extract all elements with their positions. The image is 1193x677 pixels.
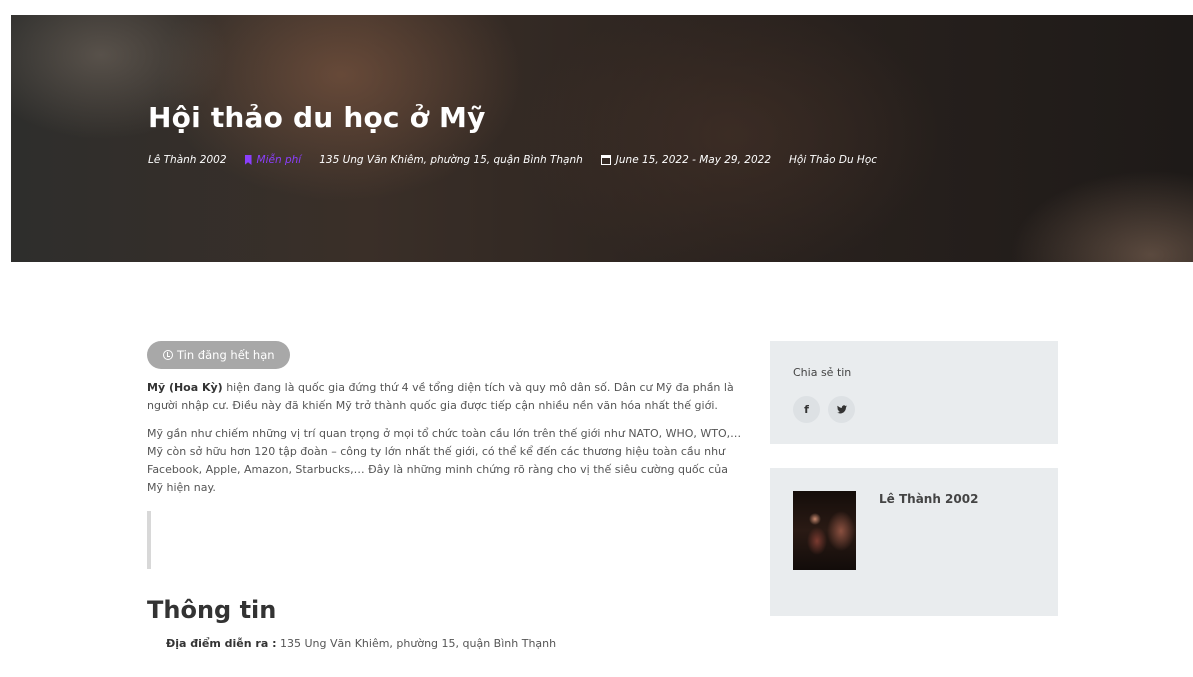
- author-panel: Lê Thành 2002: [770, 468, 1058, 616]
- info-label: Địa điểm diễn ra :: [166, 637, 277, 650]
- blockquote-bar: [147, 511, 151, 569]
- hero-banner: Hội thảo du học ở Mỹ Lê Thành 2002 Miễn …: [11, 15, 1193, 262]
- event-dates: June 15, 2022 - May 29, 2022: [600, 154, 772, 166]
- section-title: Thông tin: [147, 596, 277, 624]
- event-dates-label: June 15, 2022 - May 29, 2022: [615, 154, 772, 166]
- share-panel: Chia sẻ tin f: [770, 341, 1058, 444]
- bookmark-icon: [244, 155, 252, 165]
- event-location: 135 Ung Văn Khiêm, phường 15, quận Bình …: [319, 154, 583, 166]
- event-author[interactable]: Lê Thành 2002: [148, 154, 227, 166]
- intro-text: hiện đang là quốc gia đứng thứ 4 về tổng…: [147, 381, 734, 412]
- main-content: Tin đăng hết hạn Mỹ (Hoa Kỳ) hiện đang l…: [147, 341, 747, 569]
- event-title: Hội thảo du học ở Mỹ: [148, 101, 486, 134]
- facebook-share-button[interactable]: f: [793, 396, 820, 423]
- author-name[interactable]: Lê Thành 2002: [879, 492, 978, 506]
- facebook-icon: f: [804, 403, 809, 416]
- intro-bold: Mỹ (Hoa Kỳ): [147, 381, 223, 394]
- info-location: Địa điểm diễn ra : 135 Ung Văn Khiêm, ph…: [166, 637, 556, 650]
- twitter-share-button[interactable]: [828, 396, 855, 423]
- info-value: 135 Ung Văn Khiêm, phường 15, quận Bình …: [276, 637, 557, 650]
- clock-icon: [163, 350, 173, 360]
- twitter-icon: [836, 405, 847, 414]
- intro-paragraph: Mỹ (Hoa Kỳ) hiện đang là quốc gia đứng t…: [147, 379, 747, 415]
- event-category[interactable]: Hội Thảo Du Học: [789, 154, 877, 166]
- share-title: Chia sẻ tin: [793, 366, 852, 379]
- expired-label: Tin đăng hết hạn: [177, 348, 275, 362]
- body-paragraph: Mỹ gần như chiếm những vị trí quan trọng…: [147, 427, 742, 494]
- author-avatar[interactable]: [793, 491, 856, 570]
- event-price: Miễn phí: [244, 154, 302, 166]
- expired-badge[interactable]: Tin đăng hết hạn: [147, 341, 290, 369]
- event-meta: Lê Thành 2002 Miễn phí 135 Ung Văn Khiêm…: [148, 154, 895, 166]
- event-price-label: Miễn phí: [256, 154, 302, 166]
- calendar-icon: [600, 155, 611, 165]
